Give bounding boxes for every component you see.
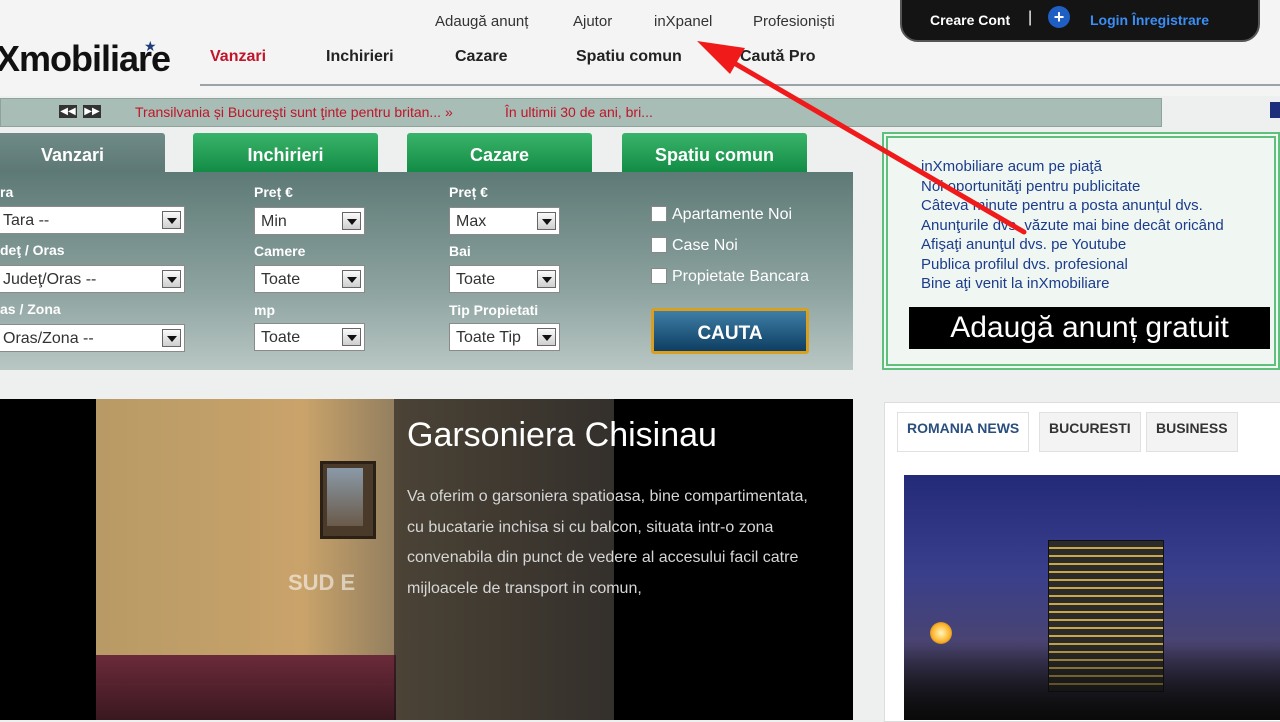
create-account-link[interactable]: Creare Cont: [930, 12, 1010, 28]
select-tip[interactable]: Toate Tip: [449, 323, 560, 351]
select-value: Judeţ/Oras --: [3, 271, 97, 288]
ticker-prev-icon[interactable]: ◀◀: [59, 105, 77, 118]
promo-link[interactable]: Câteva minute pentru a posta anunțul dvs…: [921, 197, 1203, 214]
login-register-link[interactable]: Login Înregistrare: [1090, 12, 1209, 28]
top-link-help[interactable]: Ajutor: [573, 13, 612, 30]
label-tip: Tip Propietati: [449, 302, 539, 318]
chevron-down-icon[interactable]: [162, 270, 181, 288]
top-link-professionals[interactable]: Profesioniști: [753, 13, 835, 30]
top-link-add-listing[interactable]: Adaugă anunț: [435, 13, 528, 30]
account-bar: Creare Cont | + Login Înregistrare: [900, 0, 1260, 42]
label-judet: deţ / Oras: [0, 242, 65, 258]
wall-picture-inner: [327, 468, 363, 526]
chevron-down-icon[interactable]: [537, 212, 556, 230]
add-free-listing-button[interactable]: Adaugă anunț gratuit: [909, 307, 1270, 349]
label-oras: as / Zona: [0, 301, 61, 317]
news-tab-romania[interactable]: ROMANIA NEWS: [897, 412, 1030, 452]
chevron-down-icon[interactable]: [162, 211, 181, 229]
nav-cazare[interactable]: Cazare: [455, 48, 507, 66]
nav-vanzari[interactable]: Vanzari: [210, 48, 266, 66]
select-value: Oras/Zona --: [3, 330, 94, 347]
listing-title[interactable]: Garsoniera Chisinau: [407, 416, 717, 455]
select-value: Toate Tip: [456, 329, 521, 346]
select-tara[interactable]: Tara --: [0, 206, 185, 234]
select-bai[interactable]: Toate: [449, 265, 560, 293]
plus-icon[interactable]: +: [1048, 6, 1070, 28]
ticker-item[interactable]: În ultimii 30 de ani, bri...: [505, 104, 653, 120]
nav-cauta-pro[interactable]: Cautǎ Pro: [740, 48, 816, 66]
search-tab-cazare[interactable]: Cazare: [407, 133, 592, 173]
news-tab-business[interactable]: BUSINESS: [1146, 412, 1238, 452]
label-bai: Bai: [449, 243, 471, 259]
nav-inchirieri[interactable]: Inchirieri: [326, 48, 394, 66]
promo-link[interactable]: inXmobiliare acum pe piaţă: [921, 158, 1102, 175]
select-judet[interactable]: Judeţ/Oras --: [0, 265, 185, 293]
chevron-down-icon[interactable]: [162, 329, 181, 347]
search-tab-spatiu-comun[interactable]: Spatiu comun: [622, 133, 807, 173]
select-pret-max[interactable]: Max: [449, 207, 560, 235]
sofa-image: [96, 655, 396, 720]
label-pret-max: Preț €: [449, 184, 488, 200]
select-oras[interactable]: Oras/Zona --: [0, 324, 185, 352]
promo-link[interactable]: Publica profilul dvs. profesional: [921, 256, 1128, 273]
flag-icon[interactable]: [1270, 102, 1280, 118]
logo-star-icon: ★: [144, 38, 157, 54]
listing-description: Va oferim o garsoniera spatioasa, bine c…: [407, 488, 808, 597]
label-camere: Camere: [254, 243, 306, 259]
label-tara: ra: [0, 184, 14, 200]
select-value: Tara --: [3, 212, 50, 229]
select-value: Min: [261, 213, 287, 230]
promo-link[interactable]: Afişaţi anunţul dvs. pe Youtube: [921, 236, 1126, 253]
account-separator: |: [1028, 9, 1033, 26]
select-value: Max: [456, 213, 487, 230]
select-value: Toate: [456, 271, 496, 288]
checkbox-propietate-bancara[interactable]: [651, 268, 667, 284]
promo-link[interactable]: Anunţurile dvs. văzute mai bine decât or…: [921, 217, 1224, 234]
chevron-down-icon[interactable]: [342, 270, 361, 288]
checkbox-case-noi[interactable]: [651, 237, 667, 253]
select-mp[interactable]: Toate: [254, 323, 365, 351]
select-pret-min[interactable]: Min: [254, 207, 365, 235]
checkbox-apartamente-noi[interactable]: [651, 206, 667, 222]
trees-silhouette: [904, 640, 1280, 720]
search-tab-inchirieri[interactable]: Inchirieri: [193, 133, 378, 173]
chevron-down-icon[interactable]: [342, 212, 361, 230]
search-tab-vanzari[interactable]: Vanzari: [0, 133, 165, 173]
label-pret-min: Preț €: [254, 184, 293, 200]
promo-link[interactable]: Bine aţi venit la inXmobiliare: [921, 275, 1109, 292]
label-mp: mp: [254, 302, 275, 318]
chevron-down-icon[interactable]: [537, 270, 556, 288]
checkbox-label: Apartamente Noi: [672, 206, 793, 223]
search-button[interactable]: CAUTA: [651, 308, 809, 354]
top-link-inxpanel[interactable]: inXpanel: [654, 13, 712, 30]
ticker-item[interactable]: Transilvania și Bucureşti sunt ţinte pen…: [135, 104, 453, 120]
chevron-down-icon[interactable]: [342, 328, 361, 346]
select-value: Toate: [261, 329, 301, 346]
nav-divider: [200, 84, 1280, 86]
ticker-next-icon[interactable]: ▶▶: [83, 105, 101, 118]
news-tab-bucuresti[interactable]: BUCURESTI: [1039, 412, 1141, 452]
promo-link[interactable]: Noi oportunităţi pentru publicitate: [921, 178, 1140, 195]
checkbox-label: Case Noi: [672, 237, 738, 254]
select-value: Toate: [261, 271, 301, 288]
select-camere[interactable]: Toate: [254, 265, 365, 293]
checkbox-label: Propietate Bancara: [672, 268, 809, 285]
news-ticker: ◀◀ ▶▶ Transilvania și Bucureşti sunt ţin…: [0, 98, 1162, 127]
nav-spatiu-comun[interactable]: Spatiu comun: [576, 48, 682, 66]
chevron-down-icon[interactable]: [537, 328, 556, 346]
